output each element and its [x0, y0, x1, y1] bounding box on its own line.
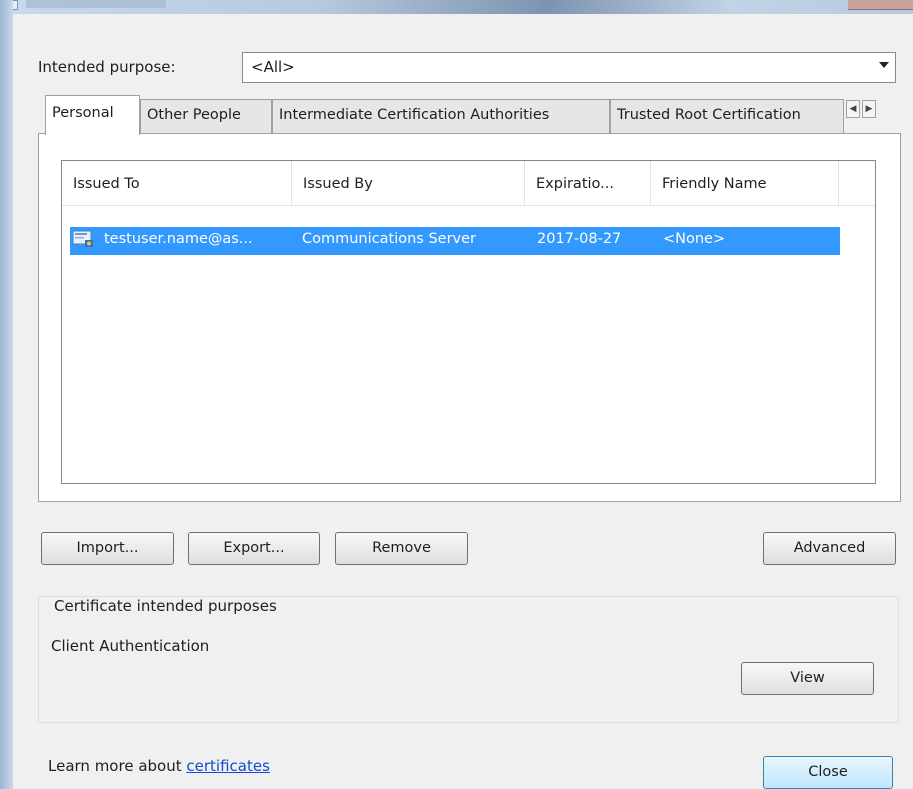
column-spacer — [839, 161, 875, 206]
tab-personal[interactable]: Personal — [45, 95, 140, 135]
window-title-blurred — [26, 0, 166, 8]
cell-issued-by: Communications Server — [302, 231, 476, 247]
import-button[interactable]: Import... — [41, 532, 174, 565]
advanced-button[interactable]: Advanced — [763, 532, 896, 565]
intended-purpose-value: <All> — [251, 58, 295, 76]
table-row[interactable]: testuser.name@as... Communications Serve… — [70, 227, 840, 255]
column-friendly-name[interactable]: Friendly Name — [651, 161, 839, 206]
remove-button[interactable]: Remove — [335, 532, 468, 565]
column-issued-by[interactable]: Issued By — [292, 161, 525, 206]
column-issued-to[interactable]: Issued To — [62, 161, 292, 206]
tab-scroll-right-icon[interactable]: ▶ — [862, 100, 876, 118]
tab-trusted-root[interactable]: Trusted Root Certification — [610, 99, 844, 133]
chevron-down-icon[interactable] — [879, 62, 889, 68]
close-button[interactable]: Close — [763, 756, 893, 789]
cell-issued-to: testuser.name@as... — [104, 231, 253, 247]
learn-more-text: Learn more about certificates — [48, 757, 270, 775]
tab-scroll-left-icon[interactable]: ◀ — [846, 100, 860, 118]
intended-purpose-label: Intended purpose: — [38, 58, 176, 76]
learn-more-label: Learn more about — [48, 757, 182, 775]
tab-other-people[interactable]: Other People — [140, 99, 272, 133]
view-button[interactable]: View — [741, 662, 874, 695]
tab-intermediate-ca[interactable]: Intermediate Certification Authorities — [272, 99, 610, 133]
certificates-link[interactable]: certificates — [186, 757, 270, 775]
export-button[interactable]: Export... — [188, 532, 320, 565]
certificate-list[interactable]: Issued To Issued By Expiratio... Friendl… — [61, 160, 876, 484]
intended-purpose-select[interactable]: <All> — [242, 52, 896, 83]
certificate-icon — [72, 230, 93, 247]
column-expiration[interactable]: Expiratio... — [525, 161, 651, 206]
window-close-button[interactable] — [848, 0, 913, 10]
intended-purposes-text: Client Authentication — [51, 637, 210, 655]
cell-expiration: 2017-08-27 — [537, 231, 622, 247]
intended-purposes-title: Certificate intended purposes — [50, 597, 281, 615]
cell-friendly-name: <None> — [663, 231, 726, 247]
intended-purposes-group — [38, 596, 899, 723]
window-frame-left — [0, 0, 13, 789]
